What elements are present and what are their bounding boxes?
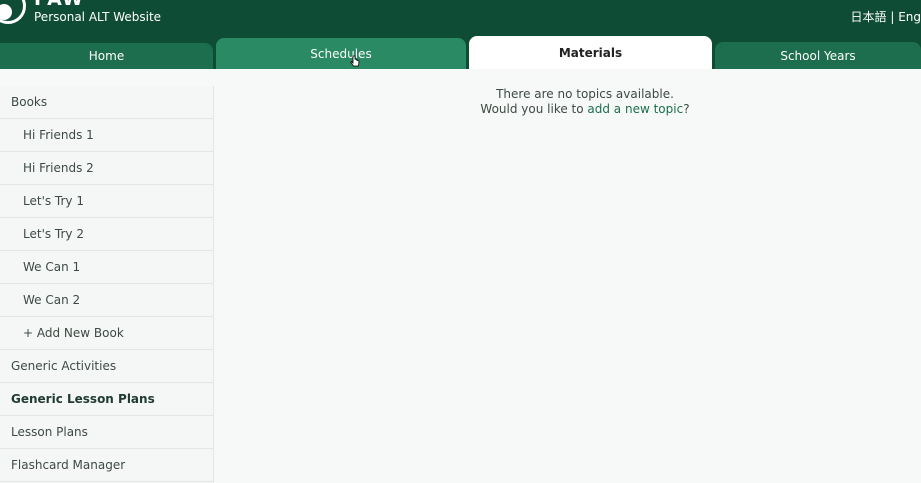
sidebar-item-we-can-1[interactable]: We Can 1	[0, 251, 213, 284]
sidebar-item-lesson-plans[interactable]: Lesson Plans	[0, 416, 213, 449]
tab-home[interactable]: Home	[0, 43, 213, 69]
empty-topics-message: There are no topics available. Would you…	[460, 87, 710, 117]
no-topics-text: There are no topics available.	[496, 87, 674, 101]
add-topic-prompt-suffix: ?	[683, 102, 690, 116]
add-topic-prompt-prefix: Would you like to	[480, 102, 588, 116]
sidebar-item-hi-friends-2[interactable]: Hi Friends 2	[0, 152, 213, 185]
sidebar-item-flashcard-manager[interactable]: Flashcard Manager	[0, 449, 213, 482]
sidebar-divider	[213, 86, 214, 483]
sidebar-item-generic-lesson-plans[interactable]: Generic Lesson Plans	[0, 383, 213, 416]
sidebar-item-books[interactable]: Books	[0, 86, 213, 119]
add-topic-prompt: Would you like to add a new topic?	[400, 102, 770, 117]
sidebar-item-we-can-2[interactable]: We Can 2	[0, 284, 213, 317]
sidebar-item-hi-friends-1[interactable]: Hi Friends 1	[0, 119, 213, 152]
materials-sidebar: Books Hi Friends 1 Hi Friends 2 Let's Tr…	[0, 86, 213, 483]
header-top-right-text: ......	[902, 0, 921, 4]
sidebar-item-lets-try-1[interactable]: Let's Try 1	[0, 185, 213, 218]
tab-school-years[interactable]: School Years	[715, 42, 921, 69]
mouse-pointer-icon	[350, 55, 360, 67]
app-header: PAW Personal ALT Website ...... 日本語 | En…	[0, 0, 921, 38]
sidebar-item-generic-activities[interactable]: Generic Activities	[0, 350, 213, 383]
sidebar-item-add-new-book[interactable]: + Add New Book	[0, 317, 213, 350]
tab-schedules[interactable]: Schedules	[216, 38, 466, 69]
tab-materials[interactable]: Materials	[469, 36, 712, 69]
sidebar-item-lets-try-2[interactable]: Let's Try 2	[0, 218, 213, 251]
paw-logo-icon[interactable]	[0, 0, 26, 24]
language-switch[interactable]: 日本語 | Eng	[851, 9, 921, 25]
add-new-topic-link[interactable]: add a new topic	[587, 102, 683, 116]
main-tabbar: Home Schedules Materials School Years	[0, 36, 921, 69]
app-subtitle: Personal ALT Website	[34, 10, 162, 24]
